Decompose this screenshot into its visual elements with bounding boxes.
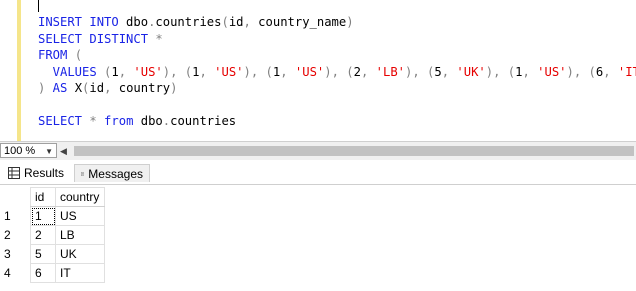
- code-token: id: [228, 15, 244, 29]
- cell-id[interactable]: 5: [30, 244, 56, 264]
- cell-country[interactable]: UK: [55, 244, 105, 264]
- zoom-bar: 100 % ▼ ◀: [0, 141, 636, 160]
- code-token: SELECT DISTINCT: [38, 31, 149, 46]
- code-token: SELECT: [38, 114, 83, 128]
- code-line[interactable]: SELECT * from dbo.countries: [38, 113, 636, 130]
- code-token: ,: [280, 64, 295, 79]
- code-token: ): [346, 15, 354, 29]
- code-token: ,: [603, 64, 618, 79]
- tab-messages[interactable]: Messages: [74, 164, 150, 182]
- table-row[interactable]: 4 6 IT: [4, 263, 105, 283]
- result-tabs: Results Messages: [0, 162, 636, 185]
- code-token: 'US': [214, 64, 244, 79]
- row-number-header[interactable]: [4, 187, 31, 207]
- code-token: 'US': [294, 64, 325, 79]
- row-number[interactable]: 2: [4, 226, 31, 245]
- zoom-dropdown[interactable]: 100 % ▼: [0, 143, 57, 158]
- sql-code[interactable]: INSERT INTO dbo.countries(id, country_na…: [38, 14, 636, 130]
- code-token: ): [170, 81, 178, 95]
- code-token: ,: [243, 15, 251, 29]
- table-row[interactable]: 3 5 UK: [4, 244, 105, 264]
- column-header-id[interactable]: id: [30, 187, 56, 207]
- code-token: (: [221, 15, 229, 29]
- code-line[interactable]: VALUES (1, 'US'), (1, 'US'), (1, 'US'), …: [38, 64, 636, 81]
- code-token: ,: [441, 64, 457, 79]
- change-indicator-bar: [17, 0, 21, 141]
- code-token: ), (: [324, 64, 354, 79]
- code-token: .: [162, 114, 171, 128]
- code-token: id: [89, 81, 105, 95]
- messages-icon: [81, 171, 84, 176]
- sql-editor[interactable]: INSERT INTO dbo.countries(id, country_na…: [0, 0, 636, 141]
- code-token: ), (: [243, 64, 273, 79]
- text-cursor: [38, 0, 39, 12]
- table-row[interactable]: 1 1 US: [4, 206, 105, 226]
- code-token: from: [96, 114, 134, 128]
- cell-country[interactable]: US: [55, 206, 105, 226]
- code-token: 2: [353, 64, 361, 79]
- code-token: 'US': [133, 64, 163, 79]
- tab-messages-label: Messages: [88, 166, 143, 181]
- results-grid: id country 1 1 US 2 2 LB 3 5 UK 4 6 IT: [0, 185, 636, 291]
- results-table: id country 1 1 US 2 2 LB 3 5 UK 4 6 IT: [4, 187, 105, 283]
- table-row[interactable]: 2 2 LB: [4, 225, 105, 245]
- code-token: ,: [199, 64, 215, 79]
- code-token: ,: [522, 64, 538, 79]
- code-token: *: [82, 114, 97, 128]
- code-token: 'LB': [375, 64, 406, 79]
- code-token: AS: [45, 81, 68, 95]
- tab-results-label: Results: [24, 166, 65, 180]
- code-token: VALUES: [38, 64, 97, 79]
- code-token: X: [67, 81, 83, 95]
- code-token: country_name: [250, 15, 347, 29]
- column-header-country[interactable]: country: [55, 187, 105, 207]
- row-number[interactable]: 1: [4, 207, 31, 226]
- code-token: *: [148, 31, 163, 46]
- table-header-row: id country: [4, 187, 105, 207]
- code-token: 'IT': [617, 64, 636, 79]
- code-token: ), (: [485, 64, 516, 79]
- code-token: INSERT INTO: [38, 15, 119, 29]
- code-token: countries: [170, 114, 237, 128]
- row-number[interactable]: 4: [4, 264, 31, 283]
- code-token: (: [67, 48, 83, 62]
- cell-country[interactable]: LB: [55, 225, 105, 245]
- code-token: (: [96, 64, 112, 79]
- code-token: ), (: [566, 64, 596, 79]
- cell-id[interactable]: 2: [30, 225, 56, 245]
- code-token: ,: [360, 64, 376, 79]
- grid-icon: [8, 167, 20, 179]
- zoom-value: 100 %: [4, 145, 36, 157]
- cell-id[interactable]: 6: [30, 263, 56, 283]
- code-token: FROM: [38, 48, 68, 62]
- code-line[interactable]: FROM (: [38, 47, 636, 64]
- horizontal-scrollbar[interactable]: [74, 146, 634, 156]
- code-line[interactable]: ) AS X(id, country): [38, 80, 636, 97]
- chevron-down-icon[interactable]: ▼: [45, 144, 53, 159]
- code-token: 'UK': [456, 64, 486, 79]
- code-token: country: [111, 81, 171, 95]
- code-token: ,: [118, 64, 134, 79]
- scroll-left-icon[interactable]: ◀: [60, 146, 67, 157]
- tab-results[interactable]: Results: [2, 164, 72, 182]
- code-token: dbo: [133, 114, 163, 128]
- code-token: countries: [155, 15, 222, 29]
- code-token: 5: [434, 64, 442, 79]
- cell-country[interactable]: IT: [55, 263, 105, 283]
- code-token: 1: [111, 64, 119, 79]
- code-token: ), (: [405, 64, 435, 79]
- code-token: dbo: [118, 15, 149, 29]
- code-line[interactable]: SELECT DISTINCT *: [38, 31, 636, 48]
- code-line[interactable]: [38, 97, 636, 114]
- code-token: 'US': [537, 64, 567, 79]
- code-line[interactable]: INSERT INTO dbo.countries(id, country_na…: [38, 14, 636, 31]
- code-token: ), (: [162, 64, 193, 79]
- cell-id[interactable]: 1: [30, 206, 56, 226]
- row-number[interactable]: 3: [4, 245, 31, 264]
